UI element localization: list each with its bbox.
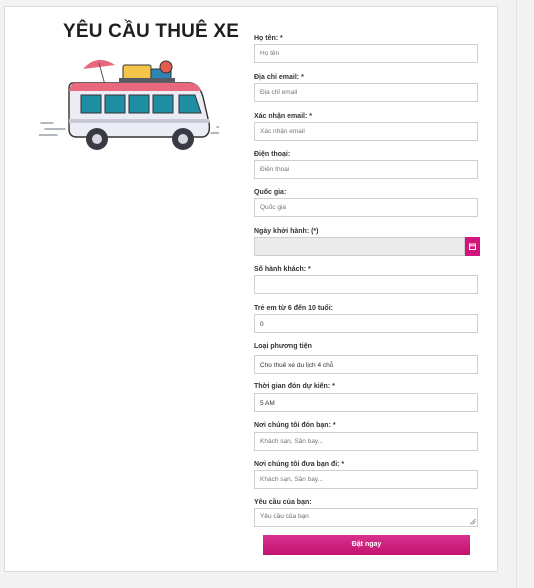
calendar-icon: [469, 243, 476, 250]
vehicle-type-label: Loại phương tiện: [254, 343, 312, 350]
country-label: Quốc gia:: [254, 189, 287, 196]
phone-input[interactable]: [254, 160, 478, 179]
request-textarea[interactable]: Yêu cầu của bạn: [254, 508, 478, 527]
country-input[interactable]: [254, 198, 478, 217]
pickup-time-label: Thời gian đón dự kiến: *: [254, 383, 335, 390]
email-confirm-label: Xác nhận email: *: [254, 113, 312, 120]
request-label: Yêu cầu của bạn:: [254, 499, 312, 506]
full-name-input[interactable]: [254, 44, 478, 63]
pickup-time-select[interactable]: 5 AM: [254, 393, 478, 412]
passengers-label: Số hành khách: *: [254, 266, 311, 273]
departure-date-label: Ngày khởi hành: (*): [254, 228, 319, 235]
van-illustration: [38, 49, 232, 164]
phone-label: Điện thoại:: [254, 151, 291, 158]
children-label: Trẻ em từ 6 đến 10 tuổi:: [254, 305, 333, 312]
pickup-place-label: Nơi chúng tôi đón bạn: *: [254, 422, 336, 429]
page-divider: [516, 0, 517, 588]
email-input[interactable]: [254, 83, 478, 102]
calendar-button[interactable]: [465, 237, 480, 256]
resize-grip-icon[interactable]: [469, 518, 476, 525]
full-name-label: Họ tên: *: [254, 35, 283, 42]
children-input[interactable]: 0: [254, 314, 478, 333]
email-confirm-input[interactable]: [254, 122, 478, 141]
vehicle-type-select[interactable]: Cho thuê xe du lịch 4 chỗ: [254, 355, 478, 374]
departure-date-input[interactable]: [254, 237, 465, 256]
booking-card: YÊU CẦU THUÊ XE Họ tên: * Họ tên Địa chỉ…: [4, 6, 498, 572]
email-label: Địa chỉ email: *: [254, 74, 304, 81]
dropoff-place-label: Nơi chúng tôi đưa bạn đi: *: [254, 461, 345, 468]
dropoff-place-input[interactable]: [254, 470, 478, 489]
passengers-input[interactable]: [254, 275, 478, 294]
pickup-place-input[interactable]: [254, 432, 478, 451]
submit-button[interactable]: Đặt ngay: [263, 535, 470, 555]
request-placeholder: Yêu cầu của bạn: [260, 513, 309, 520]
page-title: YÊU CẦU THUÊ XE: [63, 21, 240, 42]
